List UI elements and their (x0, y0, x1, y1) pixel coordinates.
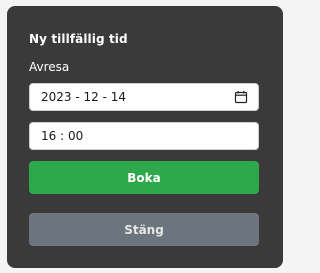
close-button[interactable]: Stäng (29, 213, 259, 246)
departure-time-value: 16 : 00 (41, 129, 84, 143)
departure-date-value: 2023 - 12 - 14 (41, 90, 126, 104)
dialog-title: Ny tillfällig tid (29, 32, 128, 46)
temporary-booking-dialog: Ny tillfällig tid Avresa 2023 - 12 - 14 … (7, 6, 283, 268)
book-button[interactable]: Boka (29, 161, 259, 194)
departure-time-input[interactable]: 16 : 00 (29, 122, 259, 150)
departure-label: Avresa (29, 60, 70, 74)
calendar-icon[interactable] (234, 90, 248, 104)
departure-date-input[interactable]: 2023 - 12 - 14 (29, 83, 259, 111)
